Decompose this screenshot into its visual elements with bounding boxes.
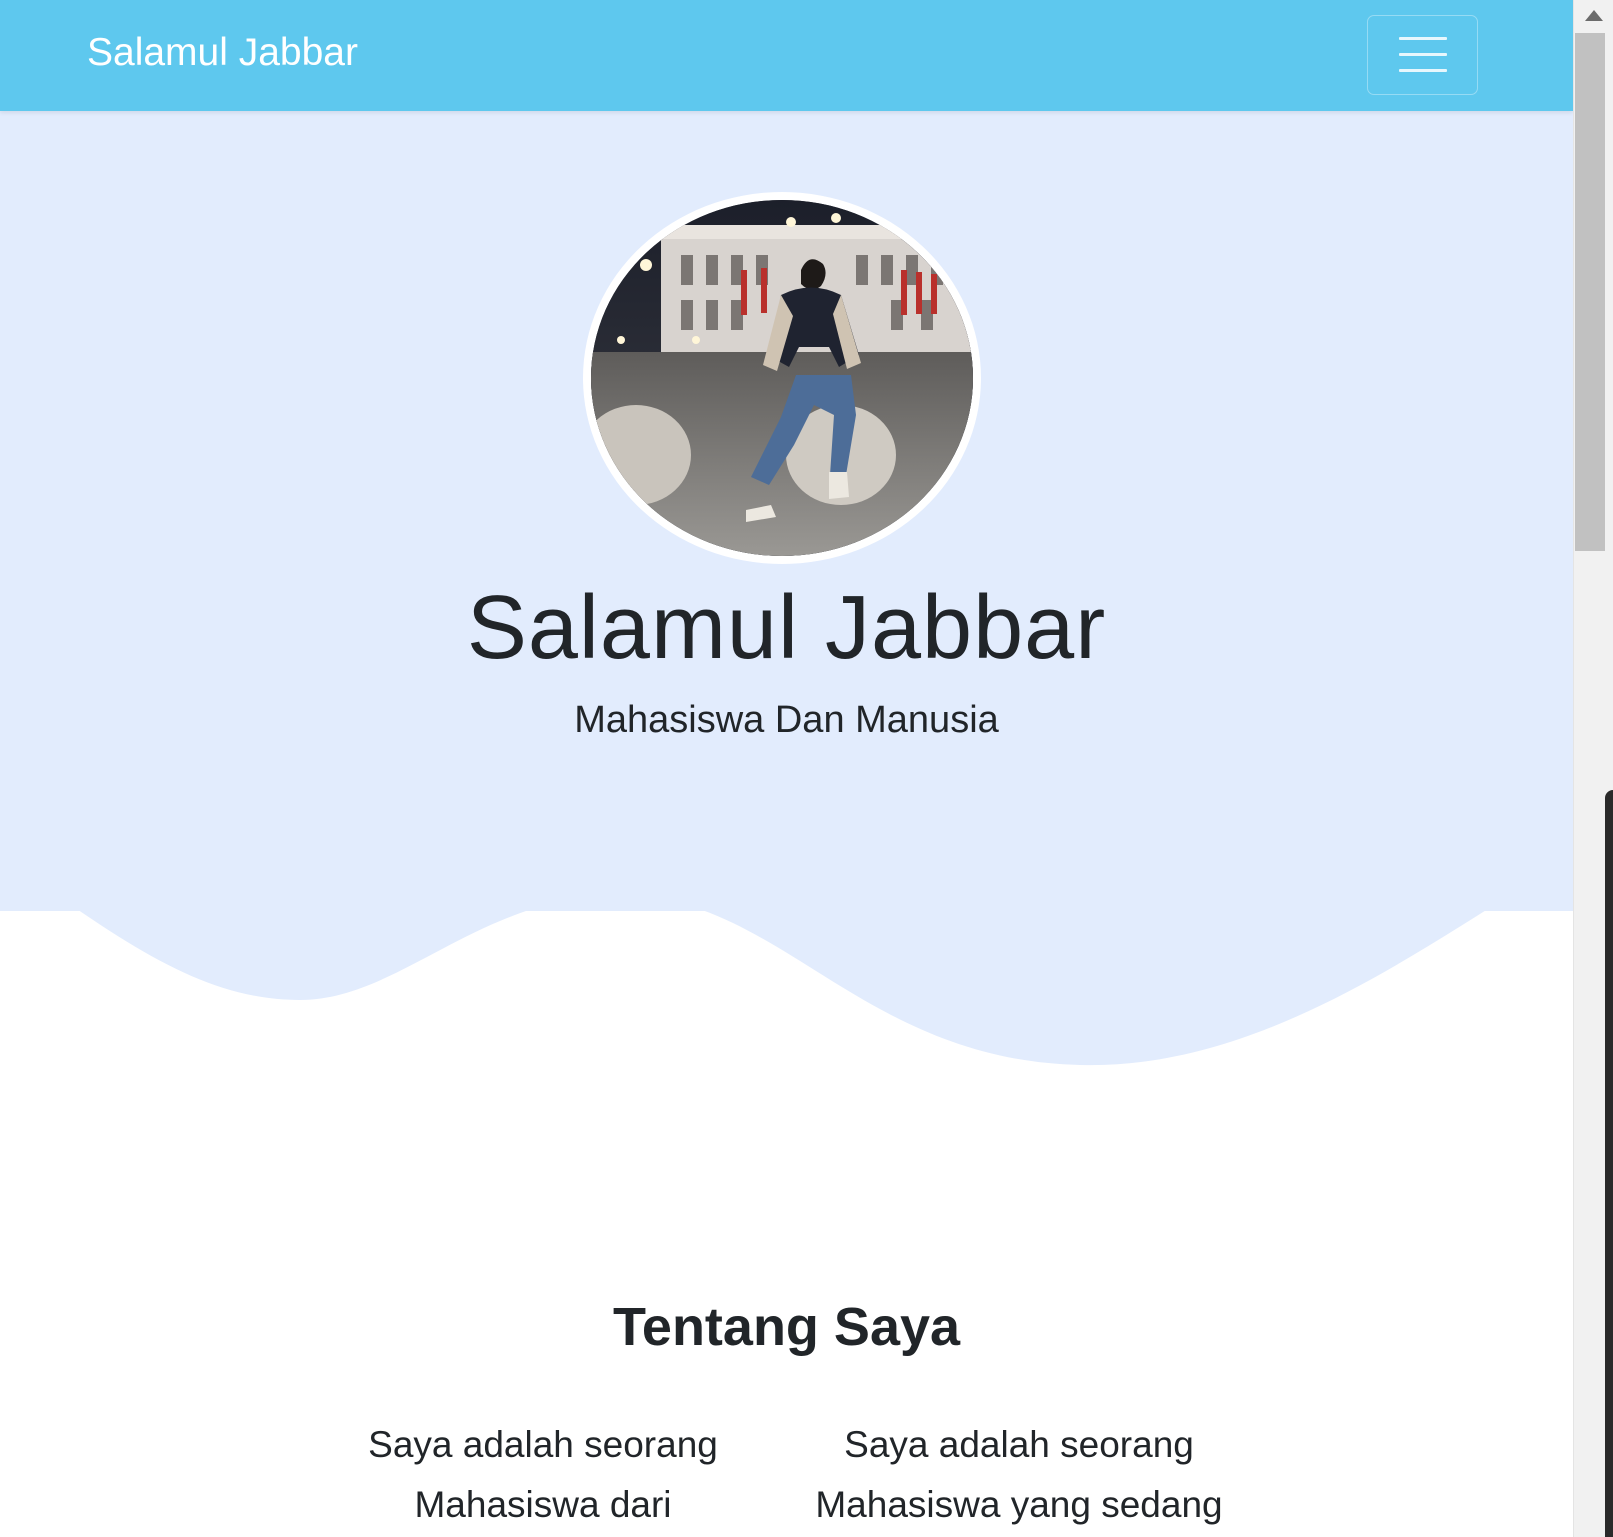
about-title: Tentang Saya [612, 1297, 961, 1357]
navbar-brand[interactable]: Salamul Jabbar [87, 30, 358, 77]
about-text-right: Saya adalah seorang Mahasiswa yang sedan… [815, 1424, 1223, 1525]
about-text-left: Saya adalah seorang Mahasiswa dari [368, 1424, 718, 1525]
vertical-scrollbar[interactable] [1573, 0, 1613, 1537]
page-viewport: Salamul Jabbar Salamul Jabbar Mahasiswa … [0, 0, 1573, 1537]
arrow-up-icon[interactable] [1585, 10, 1603, 21]
hero-name: Salamul Jabbar [466, 578, 1107, 678]
navbar: Salamul Jabbar [0, 0, 1573, 111]
window-edge [1605, 790, 1613, 1537]
scrollbar-thumb[interactable] [1575, 33, 1605, 551]
profile-photo [583, 192, 981, 564]
navbar-toggler-button[interactable] [1367, 15, 1478, 95]
hero-tagline: Mahasiswa Dan Manusia [574, 699, 999, 741]
hero-wave-divider [0, 800, 1573, 1066]
